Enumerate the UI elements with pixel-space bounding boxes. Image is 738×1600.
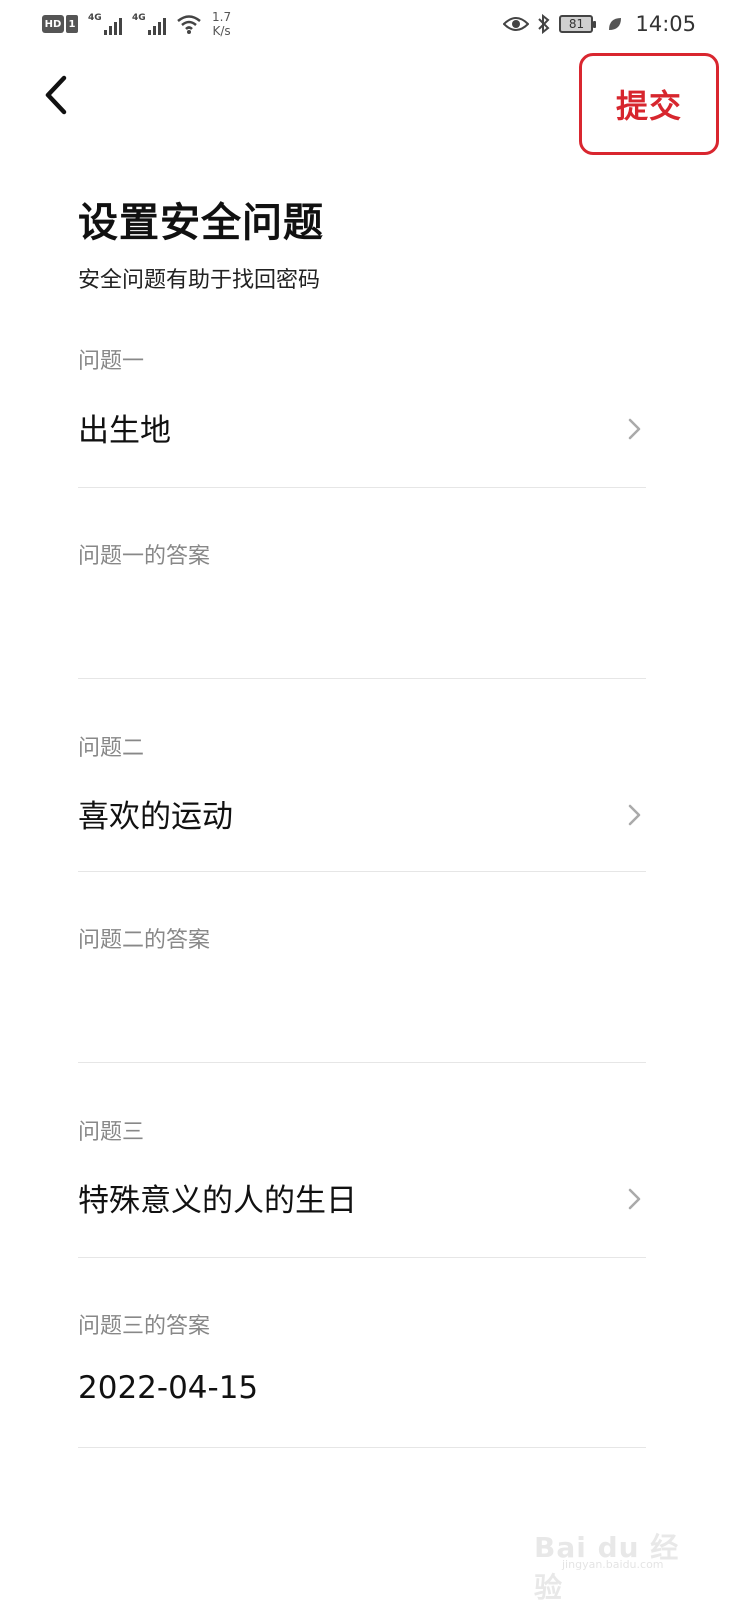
watermark-url: jingyan.baidu.com — [562, 1558, 664, 1571]
chevron-right-icon[interactable] — [624, 800, 644, 830]
eye-icon — [503, 17, 530, 31]
answer2-label: 问题二的答案 — [78, 928, 211, 953]
question2-label: 问题二 — [78, 736, 145, 761]
divider — [78, 487, 646, 488]
chevron-right-icon[interactable] — [624, 1184, 644, 1214]
chevron-right-icon[interactable] — [624, 414, 644, 444]
speed-unit: K/s — [212, 24, 231, 38]
submit-highlight-box: 提交 — [579, 53, 719, 155]
clock: 14:05 — [635, 12, 696, 36]
divider — [78, 1257, 646, 1258]
question2-value[interactable]: 喜欢的运动 — [78, 791, 233, 836]
speed-value: 1.7 — [212, 10, 232, 24]
hd-badge: HD — [42, 15, 64, 33]
divider — [78, 871, 646, 872]
answer1-label: 问题一的答案 — [78, 544, 211, 569]
cellular-signal-icon: 4G — [88, 13, 122, 35]
network-speed: 1.7 K/s — [212, 10, 231, 38]
network-type-label: 4G — [132, 13, 146, 23]
page-title: 设置安全问题 — [78, 200, 324, 246]
divider — [78, 678, 646, 679]
status-right: 81 14:05 — [503, 12, 696, 36]
question1-label: 问题一 — [78, 349, 145, 374]
answer2-input[interactable] — [78, 885, 646, 1055]
answer3-value[interactable]: 2022-04-15 — [78, 1370, 258, 1406]
status-left: HD 1 4G 4G 1.7 K/s — [42, 10, 231, 38]
status-bar: HD 1 4G 4G 1.7 K/s 81 14:05 — [0, 0, 738, 52]
wifi-icon — [177, 15, 201, 34]
answer3-label: 问题三的答案 — [78, 1314, 211, 1339]
leaf-icon — [609, 18, 622, 30]
cellular-signal-icon: 4G — [132, 13, 166, 35]
battery-level: 81 — [568, 17, 585, 31]
network-type-label: 4G — [88, 13, 102, 23]
question1-value[interactable]: 出生地 — [78, 405, 171, 450]
battery-icon: 81 — [559, 15, 597, 33]
answer3-input[interactable] — [78, 1270, 646, 1440]
page-subtitle: 安全问题有助于找回密码 — [78, 268, 321, 293]
divider — [78, 1062, 646, 1063]
submit-button[interactable]: 提交 — [616, 81, 682, 127]
back-arrow-icon[interactable] — [40, 72, 80, 118]
answer1-input[interactable] — [78, 500, 646, 670]
divider — [78, 1447, 646, 1448]
question3-value[interactable]: 特殊意义的人的生日 — [78, 1175, 357, 1220]
sim-badge: 1 — [66, 15, 78, 33]
watermark-logo: Bai du 经验 jingyan.baidu.com — [534, 1514, 704, 1600]
bluetooth-icon — [538, 14, 550, 34]
question3-label: 问题三 — [78, 1120, 145, 1145]
